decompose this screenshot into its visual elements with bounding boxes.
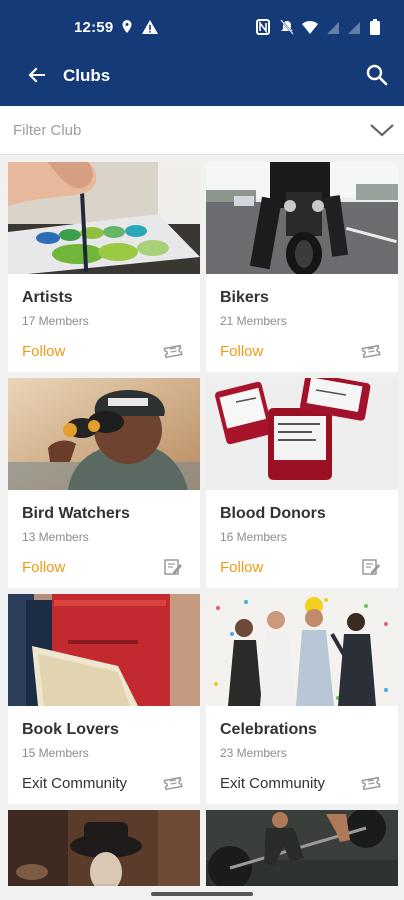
club-card-artists[interactable]: Artists 17 Members Follow bbox=[8, 162, 200, 372]
warning-icon bbox=[142, 20, 158, 34]
ticket-icon[interactable] bbox=[361, 342, 381, 360]
status-bar: 12:59 bbox=[0, 18, 404, 38]
club-card-book-lovers[interactable]: Book Lovers 15 Members Exit Community bbox=[8, 594, 200, 804]
club-members: 13 Members bbox=[22, 530, 89, 544]
club-image-celebrations bbox=[206, 594, 398, 706]
system-nav-bar bbox=[0, 886, 404, 900]
location-icon bbox=[122, 20, 132, 33]
exit-community-button[interactable]: Exit Community bbox=[220, 775, 325, 792]
club-image-artists bbox=[8, 162, 200, 274]
signal-icon-1 bbox=[327, 22, 339, 34]
club-name: Blood Donors bbox=[220, 505, 326, 522]
follow-button[interactable]: Follow bbox=[22, 343, 65, 360]
club-name: Bikers bbox=[220, 289, 269, 306]
nfc-icon bbox=[256, 19, 270, 35]
ticket-icon[interactable] bbox=[361, 774, 381, 792]
back-arrow-icon[interactable] bbox=[24, 62, 50, 88]
club-members: 16 Members bbox=[220, 530, 287, 544]
follow-button[interactable]: Follow bbox=[220, 343, 263, 360]
filter-club-label: Filter Club bbox=[13, 122, 82, 139]
club-card-bird-watchers[interactable]: Bird Watchers 13 Members Follow bbox=[8, 378, 200, 588]
club-image-blood-donors bbox=[206, 378, 398, 490]
page-title: Clubs bbox=[63, 66, 111, 85]
club-name: Book Lovers bbox=[22, 721, 119, 738]
club-card-bikers[interactable]: Bikers 21 Members Follow bbox=[206, 162, 398, 372]
club-name: Bird Watchers bbox=[22, 505, 130, 522]
club-image-bird-watchers bbox=[8, 378, 200, 490]
club-card-blood-donors[interactable]: Blood Donors 16 Members Follow bbox=[206, 378, 398, 588]
club-members: 23 Members bbox=[220, 746, 287, 760]
club-members: 15 Members bbox=[22, 746, 89, 760]
app-bar: 12:59 Clubs bbox=[0, 0, 404, 106]
edit-note-icon[interactable] bbox=[163, 558, 183, 576]
chevron-down-icon[interactable] bbox=[369, 122, 395, 138]
ticket-icon[interactable] bbox=[163, 342, 183, 360]
club-members: 17 Members bbox=[22, 314, 89, 328]
follow-button[interactable]: Follow bbox=[220, 559, 263, 576]
club-name: Artists bbox=[22, 289, 73, 306]
club-image-bikers bbox=[206, 162, 398, 274]
ticket-icon[interactable] bbox=[163, 774, 183, 792]
follow-button[interactable]: Follow bbox=[22, 559, 65, 576]
club-image-book-lovers bbox=[8, 594, 200, 706]
club-members: 21 Members bbox=[220, 314, 287, 328]
wifi-icon bbox=[302, 20, 318, 34]
home-gesture-pill[interactable] bbox=[151, 892, 253, 896]
mute-icon bbox=[280, 19, 294, 35]
search-icon[interactable] bbox=[364, 62, 390, 88]
club-card-celebrations[interactable]: Celebrations 23 Members Exit Community bbox=[206, 594, 398, 804]
battery-icon bbox=[370, 19, 380, 35]
filter-club-dropdown[interactable]: Filter Club bbox=[0, 106, 404, 155]
club-name: Celebrations bbox=[220, 721, 317, 738]
edit-note-icon[interactable] bbox=[361, 558, 381, 576]
status-time: 12:59 bbox=[74, 19, 114, 36]
signal-icon-2 bbox=[348, 22, 360, 34]
exit-community-button[interactable]: Exit Community bbox=[22, 775, 127, 792]
